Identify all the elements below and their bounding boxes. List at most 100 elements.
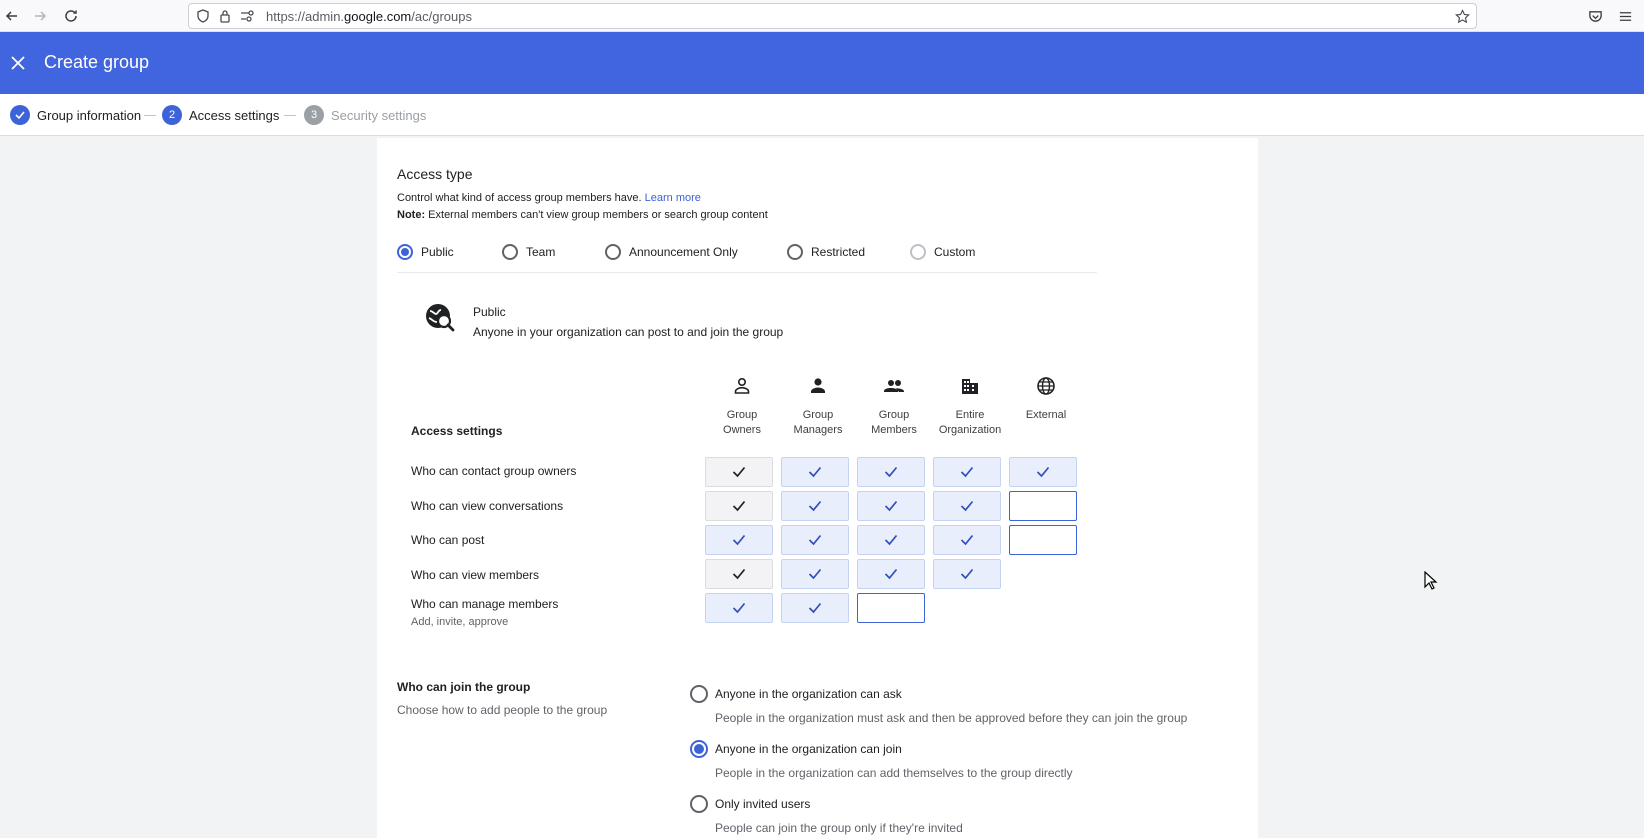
step-security-settings[interactable]: 3 Security settings: [304, 105, 426, 125]
column-label-line2: Managers: [793, 424, 843, 436]
check-icon: [960, 534, 974, 546]
people-icon: [856, 376, 932, 400]
public-globe-search-icon: [424, 301, 456, 333]
check-icon: [884, 466, 898, 478]
check-icon: [884, 534, 898, 546]
check-icon: [808, 466, 822, 478]
permission-checkbox[interactable]: [1009, 491, 1077, 521]
learn-more-link[interactable]: Learn more: [645, 192, 701, 204]
row-label-view-conversations: Who can view conversations: [411, 499, 564, 513]
check-icon: [808, 500, 822, 512]
star-icon[interactable]: [1454, 8, 1470, 24]
step-label: Access settings: [189, 107, 280, 123]
permission-checkbox[interactable]: [781, 593, 849, 623]
join-section-description: Choose how to add people to the group: [397, 703, 608, 717]
join-option-ask[interactable]: Anyone in the organization can ask: [690, 685, 902, 703]
check-icon: [732, 466, 746, 478]
pocket-icon[interactable]: [1583, 4, 1607, 28]
column-group-members: Group Members: [856, 376, 932, 438]
check-icon: [884, 500, 898, 512]
page-title: Create group: [44, 52, 150, 72]
column-label-line1: Entire: [955, 409, 985, 421]
note-text: External members can't view group member…: [428, 209, 768, 221]
check-icon: [884, 568, 898, 580]
permission-checkbox[interactable]: [705, 593, 773, 623]
permission-checkbox[interactable]: [933, 525, 1001, 555]
access-type-radio-group: Public Team Announcement Only Restricted…: [397, 240, 1097, 266]
radio-circle: [787, 244, 803, 260]
radio-team[interactable]: Team: [502, 244, 555, 260]
radio-label: Public: [421, 245, 454, 259]
column-label-line1: Group: [726, 409, 758, 421]
permission-checkbox[interactable]: [781, 559, 849, 589]
radio-circle: [397, 244, 413, 260]
app-header: Create group: [0, 32, 1644, 94]
back-arrow-icon[interactable]: [0, 4, 24, 28]
radio-announcement-only[interactable]: Announcement Only: [605, 244, 738, 260]
join-option-help: People in the organization can add thems…: [715, 766, 1073, 780]
check-icon: [960, 466, 974, 478]
radio-label: Custom: [934, 245, 976, 259]
permission-checkbox[interactable]: [933, 457, 1001, 487]
menu-icon[interactable]: [1613, 4, 1637, 28]
column-label-line2: Organization: [938, 424, 1002, 436]
step-number: 2: [162, 105, 182, 125]
person-outline-icon: [704, 376, 780, 400]
permission-checkbox[interactable]: [857, 457, 925, 487]
permission-checkbox[interactable]: [781, 491, 849, 521]
step-group-information[interactable]: Group information: [10, 105, 141, 125]
check-icon: [808, 568, 822, 580]
column-label-line2: Owners: [723, 424, 761, 436]
permission-checkbox: [705, 491, 773, 521]
join-option-label: Anyone in the organization can join: [715, 742, 902, 756]
permission-checkbox[interactable]: [781, 525, 849, 555]
step-label: Group information: [37, 107, 142, 123]
join-option-help: People in the organization must ask and …: [715, 711, 1188, 725]
radio-circle: [502, 244, 518, 260]
close-icon[interactable]: [6, 51, 30, 75]
permission-checkbox: [705, 559, 773, 589]
step-access-settings[interactable]: 2 Access settings: [162, 105, 279, 125]
join-option-help: People can join the group only if they'r…: [715, 821, 963, 835]
access-type-note: Note: External members can't view group …: [397, 209, 768, 221]
permission-checkbox[interactable]: [933, 491, 1001, 521]
divider: [397, 272, 1097, 273]
permission-checkbox[interactable]: [781, 457, 849, 487]
radio-label: Restricted: [811, 245, 866, 259]
reload-icon[interactable]: [59, 4, 83, 28]
permission-checkbox[interactable]: [933, 559, 1001, 589]
permissions-icon[interactable]: [239, 8, 255, 24]
lock-icon[interactable]: [217, 8, 233, 24]
forward-arrow-icon[interactable]: [28, 4, 52, 28]
permission-checkbox[interactable]: [857, 491, 925, 521]
radio-label: Team: [526, 245, 556, 259]
radio-restricted[interactable]: Restricted: [787, 244, 865, 260]
permission-checkbox[interactable]: [857, 525, 925, 555]
url-path: /ac/groups: [411, 9, 472, 24]
column-label-line1: External: [1025, 409, 1067, 421]
shield-icon[interactable]: [195, 8, 211, 24]
permission-checkbox[interactable]: [1009, 457, 1077, 487]
row-sublabel-manage-members: Add, invite, approve: [411, 616, 509, 628]
permission-checkbox[interactable]: [1009, 525, 1077, 555]
column-external: External: [1008, 376, 1084, 423]
globe-icon: [1008, 376, 1084, 400]
permission-checkbox[interactable]: [705, 525, 773, 555]
radio-custom[interactable]: Custom: [910, 244, 975, 260]
check-icon: [732, 534, 746, 546]
check-icon: [960, 568, 974, 580]
check-icon: [1036, 466, 1050, 478]
permission-checkbox[interactable]: [857, 559, 925, 589]
join-option-label: Only invited users: [715, 797, 811, 811]
mouse-cursor-icon: [1424, 570, 1438, 591]
join-option-join[interactable]: Anyone in the organization can join: [690, 740, 902, 758]
permission-checkbox[interactable]: [857, 593, 925, 623]
url-bar[interactable]: https://admin.google.com/ac/groups: [188, 3, 1477, 29]
radio-public[interactable]: Public: [397, 244, 454, 260]
url-prefix: https://admin.: [266, 9, 345, 24]
join-option-invited[interactable]: Only invited users: [690, 795, 810, 813]
access-summary-description: Anyone in your organization can post to …: [473, 325, 784, 339]
radio-circle: [690, 740, 708, 758]
radio-label: Announcement Only: [629, 245, 738, 259]
column-group-managers: Group Managers: [780, 376, 856, 438]
